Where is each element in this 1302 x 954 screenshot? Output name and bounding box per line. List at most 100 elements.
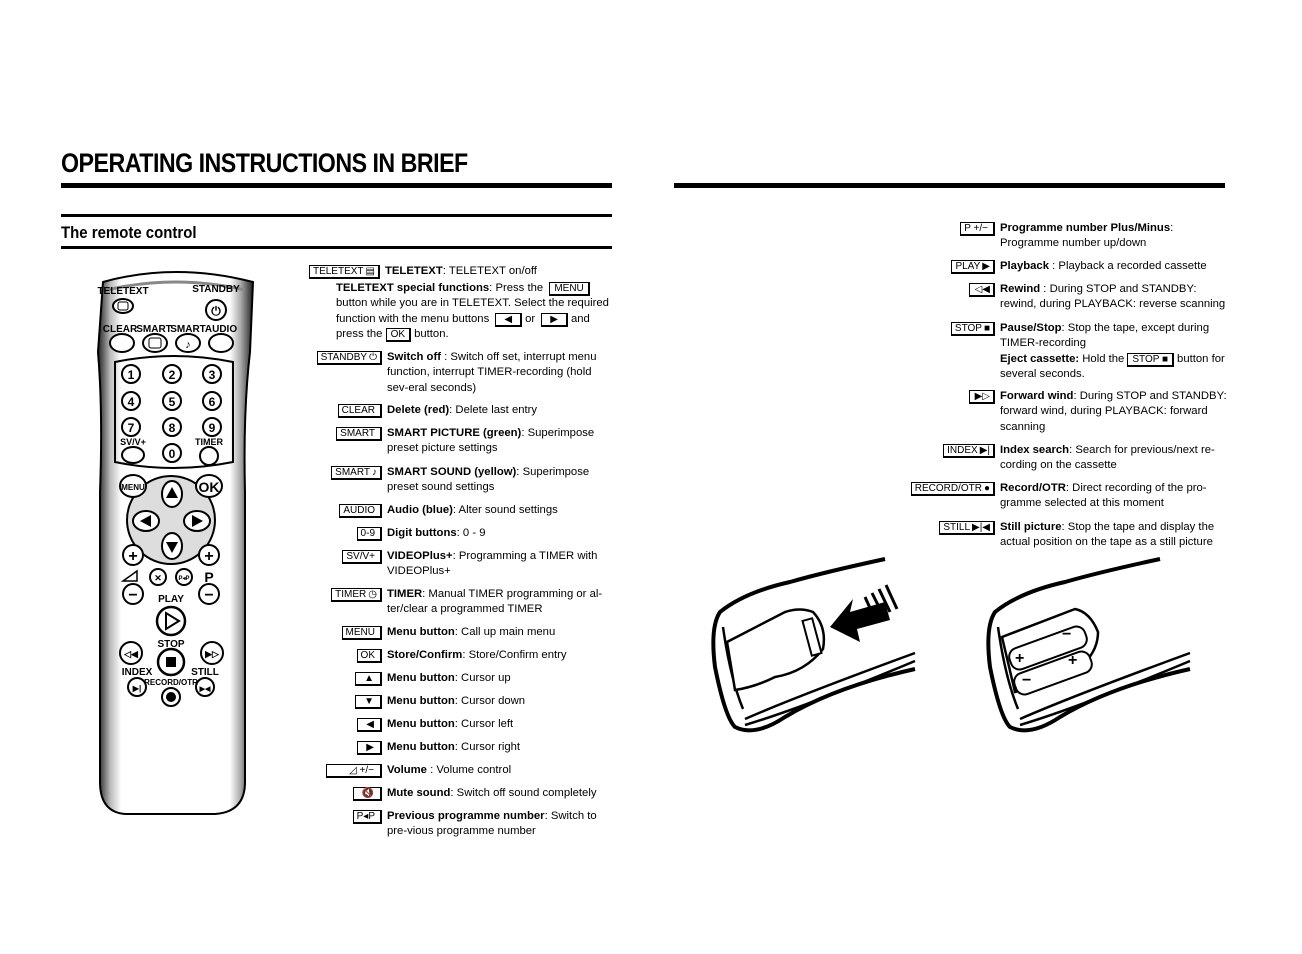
entry-volume: ◿ +/− Volume : Volume control xyxy=(312,763,615,778)
entry-mute: 🔇 Mute sound: Switch off sound completely xyxy=(312,786,615,801)
cursor-down-icon: ▼ xyxy=(364,696,374,707)
entry-record: RECORD/OTR ● Record/OTR: Direct recording … xyxy=(910,481,1230,512)
rewind-icon: ◁◀ xyxy=(974,284,990,295)
cursor-left-icon: ◀ xyxy=(366,719,374,730)
key-timer: TIMER ◷ xyxy=(331,588,382,602)
key-audio: AUDIO xyxy=(339,504,382,518)
mute-icon: 🔇 xyxy=(361,788,374,799)
entry-rewind: ◁◀ Rewind : During STOP and STANDBY: rewi… xyxy=(915,282,1230,313)
svg-text:5: 5 xyxy=(169,395,176,409)
svg-text:+: + xyxy=(1015,650,1024,667)
entry-timer: TIMER ◷ TIMER: Manual TIMER programming or… xyxy=(312,587,615,618)
timer-icon: ◷ xyxy=(368,589,377,600)
teletext-button xyxy=(112,298,134,314)
svg-text:PLAY: PLAY xyxy=(158,594,184,605)
svg-text:▶◀: ▶◀ xyxy=(199,686,211,693)
entry-cursor-up: ▲ Menu button: Cursor up xyxy=(312,671,615,686)
svg-text:P: P xyxy=(204,569,213,585)
entry-standby: STANDBY ⏻ Switch off : Switch off set, in… xyxy=(312,350,615,396)
svg-text:MENU: MENU xyxy=(121,483,145,492)
title-rule-left xyxy=(61,183,612,188)
svg-text:⏻: ⏻ xyxy=(211,304,221,318)
svg-text:STILL: STILL xyxy=(191,667,219,678)
entry-still: STILL ▶|◀ Still picture: Stop the tape and… xyxy=(915,520,1230,551)
key-teletext: TELETEXT ▤ xyxy=(308,265,380,279)
entry-stop: STOP ■ Pause/Stop: Stop the tape, except d… xyxy=(915,321,1230,383)
still-icon: ▶|◀ xyxy=(972,522,990,533)
sv-v-plus-button xyxy=(121,446,145,464)
cursor-right-icon: ▶ xyxy=(366,742,374,753)
entry-cursor-left: ◀ Menu button: Cursor left xyxy=(312,717,615,732)
standby-icon: ⏻ xyxy=(369,352,377,363)
record-icon: ● xyxy=(983,483,990,494)
key-index: INDEX ▶| xyxy=(943,444,995,458)
entry-index: INDEX ▶| Index search: Search for previous… xyxy=(915,443,1230,474)
svg-text:−: − xyxy=(1022,672,1031,689)
entry-teletext-special: TELETEXT special functions: Press the ME… xyxy=(336,282,609,343)
svg-text:−: − xyxy=(128,587,137,604)
teletext-icon: ▤ xyxy=(365,266,375,277)
key-cursor-up: ▲ xyxy=(355,672,382,686)
entry-forward-wind: ▶▷ Forward wind: During STOP and STANDBY:… xyxy=(915,389,1230,435)
key-smart-sound: SMART ♪ xyxy=(331,466,382,480)
svg-text:+: + xyxy=(204,548,213,565)
key-stop: STOP ■ xyxy=(950,322,995,336)
svg-text:◁◀: ◁◀ xyxy=(123,649,139,659)
key-cursor-left: ◀ xyxy=(357,718,382,732)
cursor-up-icon: ▲ xyxy=(364,673,374,684)
inline-key-menu: MENU xyxy=(549,282,590,296)
key-record: RECORD/OTR ● xyxy=(910,482,995,496)
forward-wind-icon: ▶▷ xyxy=(974,391,990,402)
svg-text:♪: ♪ xyxy=(185,339,191,351)
section-rule-top xyxy=(61,214,612,217)
key-ok: OK xyxy=(356,649,382,663)
svg-text:3: 3 xyxy=(209,368,216,382)
entry-play: PLAY ▶ Playback : Playback a recorded cass… xyxy=(915,259,1230,274)
key-mute: 🔇 xyxy=(352,787,382,801)
svg-text:✕: ✕ xyxy=(154,573,162,583)
key-still: STILL ▶|◀ xyxy=(939,521,995,535)
svg-text:P◂P: P◂P xyxy=(178,576,189,582)
entry-previous-programme: P◂P Previous programme number: Switch to … xyxy=(312,809,615,840)
svg-text:SV/V+: SV/V+ xyxy=(120,437,146,447)
smart-sound-icon: ♪ xyxy=(372,467,377,478)
entry-ok: OK Store/Confirm: Store/Confirm entry xyxy=(312,648,615,663)
inline-key-stop: STOP ■ xyxy=(1127,352,1175,367)
svg-text:0: 0 xyxy=(169,447,176,461)
key-smart-picture: SMART xyxy=(336,427,382,441)
stop-icon: ■ xyxy=(983,323,990,334)
inline-key-left: ◀ xyxy=(495,312,523,327)
key-play: PLAY ▶ xyxy=(951,260,995,274)
remote-label-teletext: TELETEXT xyxy=(97,286,148,297)
remote-control-illustration: TELETEXT STANDBY ⏻ CLEAR SMART SMART AUD… xyxy=(95,262,260,817)
index-icon: ▶| xyxy=(979,445,990,456)
svg-text:RECORD/OTR: RECORD/OTR xyxy=(144,678,198,687)
entry-sv-v-plus: SV/V+ VIDEOPlus+: Programming a TIMER wit… xyxy=(312,549,615,580)
key-rewind: ◁◀ xyxy=(968,283,995,297)
inline-key-ok: OK xyxy=(385,328,412,343)
svg-text:7: 7 xyxy=(128,421,135,435)
section-rule-bottom xyxy=(61,246,612,249)
remote-label-standby: STANDBY xyxy=(192,284,240,295)
svg-text:+: + xyxy=(1068,652,1077,669)
svg-text:▶▷: ▶▷ xyxy=(204,649,220,659)
title-rule-right xyxy=(674,183,1225,188)
entry-cursor-right: ▶ Menu button: Cursor right xyxy=(312,740,615,755)
entry-audio: AUDIO Audio (blue): Alter sound settings xyxy=(312,503,615,518)
audio-button xyxy=(208,333,234,353)
svg-text:1: 1 xyxy=(128,368,135,382)
key-digits: 0-9 xyxy=(356,527,382,541)
key-cursor-down: ▼ xyxy=(355,695,382,709)
entry-digits: 0-9 Digit buttons: 0 - 9 xyxy=(312,526,615,541)
entry-smart-picture: SMART SMART PICTURE (green): Superimpose … xyxy=(312,426,615,457)
inline-key-right: ▶ xyxy=(541,312,568,327)
key-previous-programme: P◂P xyxy=(352,810,382,824)
svg-text:2: 2 xyxy=(169,368,176,382)
svg-text:INDEX: INDEX xyxy=(122,667,153,678)
clear-button xyxy=(109,333,135,353)
batteries-inserted-illustration: + − − + xyxy=(980,557,1195,737)
svg-text:−: − xyxy=(1062,626,1071,643)
svg-text:4: 4 xyxy=(128,395,135,409)
key-menu: MENU xyxy=(341,626,382,640)
entry-teletext: TELETEXT ▤ TELETEXT: TELETEXT on/off xyxy=(308,264,615,279)
